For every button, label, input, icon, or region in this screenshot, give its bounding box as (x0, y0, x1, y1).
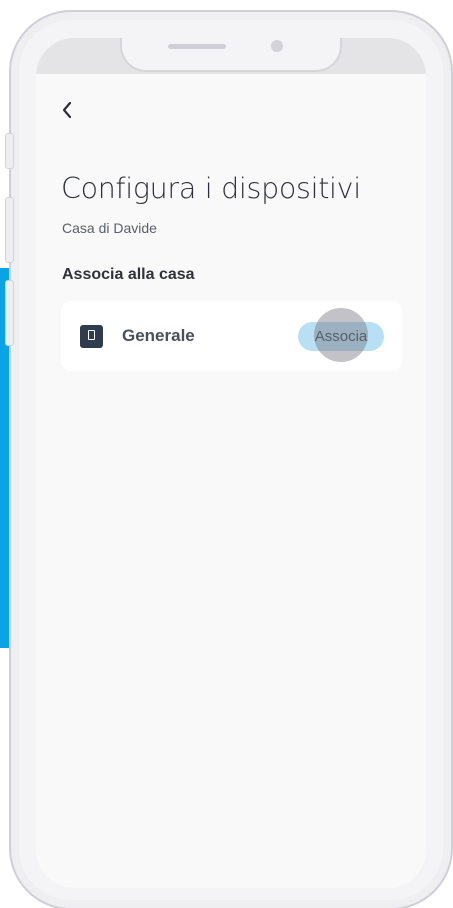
phone-mute-switch (5, 133, 14, 169)
front-camera (271, 40, 283, 52)
back-button[interactable] (56, 98, 78, 122)
home-name: Casa di Davide (62, 220, 157, 236)
app-screen (36, 38, 426, 888)
phone-notch (120, 38, 342, 72)
associate-button[interactable]: Associa (298, 322, 384, 351)
phone-volume-down-button (5, 280, 14, 346)
page-title: Configura i dispositivi (61, 172, 361, 205)
phone-volume-up-button (5, 197, 14, 263)
device-name: Generale (122, 326, 195, 345)
speaker-grille (168, 44, 226, 49)
door-device-icon (80, 325, 103, 348)
door-device-icon-slot (88, 330, 95, 340)
chevron-left-icon (62, 101, 72, 119)
device-card-generale: Generale Associa (61, 301, 402, 371)
stage: Configura i dispositivi Casa di Davide A… (0, 0, 453, 908)
section-heading: Associa alla casa (62, 266, 195, 283)
